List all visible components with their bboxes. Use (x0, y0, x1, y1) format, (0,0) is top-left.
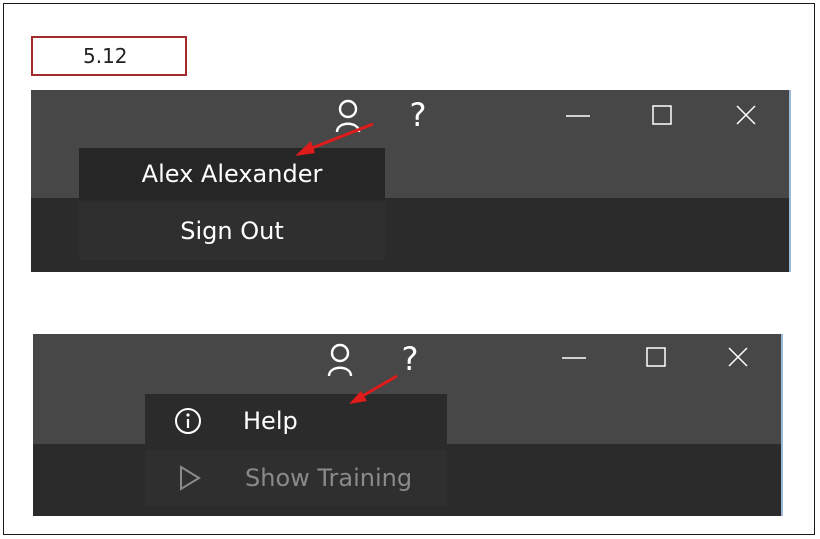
menu-item-sign-out[interactable]: Sign Out (79, 202, 385, 260)
figure-label: 5.12 (31, 36, 187, 76)
minimize-icon[interactable] (559, 346, 589, 370)
info-circle-icon (173, 406, 203, 436)
maximize-icon[interactable] (647, 102, 677, 128)
menu-item-show-training[interactable]: Show Training (145, 450, 447, 506)
help-menu-window: ? Help Show Training (33, 334, 783, 516)
account-menu-window: ? Alex Alexander Sign Out (31, 90, 791, 272)
question-mark-icon[interactable]: ? (403, 94, 433, 136)
menu-item-label: Sign Out (180, 217, 284, 245)
annotation-arrow (295, 122, 374, 156)
minimize-icon[interactable] (563, 104, 593, 128)
menu-item-label: Help (243, 407, 298, 435)
window-edge (789, 90, 791, 272)
close-icon[interactable] (723, 344, 753, 370)
play-outline-icon (175, 463, 205, 493)
annotation-arrow (349, 374, 398, 404)
window-edge (781, 334, 783, 516)
maximize-icon[interactable] (641, 344, 671, 370)
close-icon[interactable] (731, 102, 761, 128)
menu-item-label: Alex Alexander (141, 160, 323, 188)
menu-item-label: Show Training (245, 464, 413, 492)
